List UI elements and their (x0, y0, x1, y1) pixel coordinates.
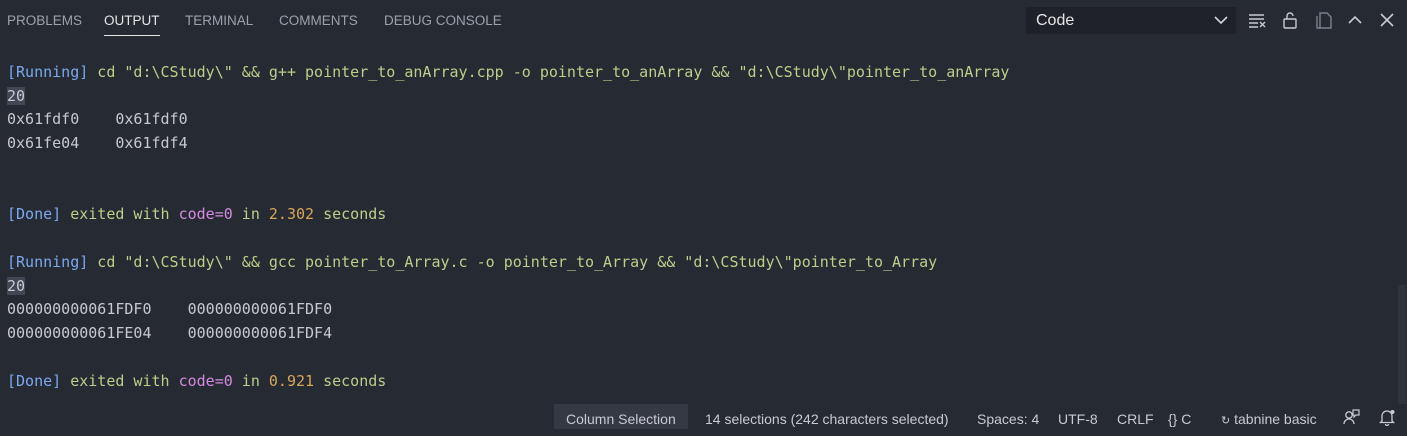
run1-done-line: [Done] exited with code=0 in 2.302 secon… (7, 203, 386, 225)
run1-row-2-a: 0x61fe04 (7, 134, 80, 152)
run1-row-2-b: 0x61fdf4 (115, 134, 188, 152)
run2-done-line: [Done] exited with code=0 in 0.921 secon… (7, 370, 386, 392)
notifications-bell-icon[interactable] (1378, 408, 1396, 426)
run2-time: 0.921 (268, 372, 315, 390)
running-tag: [Running] (7, 63, 89, 81)
run1-row-1-b: 0x61fdf0 (115, 110, 188, 128)
run2-exited-with: exited with (61, 372, 179, 390)
chevron-down-icon (1214, 16, 1228, 25)
run1-row-1-a: 0x61fdf0 (7, 110, 80, 128)
done-tag: [Done] (7, 372, 62, 390)
run2-size: 20 (7, 277, 26, 295)
run1-exited-with: exited with (61, 205, 179, 223)
column-selection-status[interactable]: Column Selection (554, 404, 688, 429)
scrollbar-thumb[interactable] (1398, 285, 1406, 405)
tab-terminal[interactable]: TERMINAL (185, 0, 253, 41)
status-bar: Column Selection 14 selections (242 char… (0, 404, 1407, 429)
done-tag: [Done] (7, 205, 62, 223)
tabnine-icon: ↻ (1221, 415, 1231, 427)
run2-row-1-a: 000000000061FDF0 (7, 300, 152, 318)
tab-problems[interactable]: PROBLEMS (7, 0, 82, 41)
run2-row-1: 000000000061FDF0 000000000061FDF0 (7, 298, 332, 320)
run1-exit-code: code=0 (178, 205, 233, 223)
chevron-up-icon[interactable] (1345, 10, 1365, 30)
run1-row-1: 0x61fdf0 0x61fdf0 (7, 108, 188, 130)
running-tag: [Running] (7, 253, 89, 271)
language-mode-status[interactable]: {} C (1168, 404, 1191, 429)
open-in-editor-icon[interactable] (1314, 10, 1334, 30)
tab-output[interactable]: OUTPUT (104, 0, 160, 41)
run2-row-1-b: 000000000061FDF0 (187, 300, 333, 318)
output-content[interactable]: [Running] cd "d:\CStudy\" && g++ pointer… (0, 58, 1397, 404)
tab-debug-console[interactable]: DEBUG CONSOLE (384, 0, 502, 41)
tab-comments[interactable]: COMMENTS (279, 0, 358, 41)
output-channel-value: Code (1036, 12, 1075, 29)
tabnine-label: tabnine basic (1234, 411, 1317, 427)
run1-command-line: [Running] cd "d:\CStudy\" && g++ pointer… (7, 61, 1009, 83)
run2-exit-code: code=0 (178, 372, 233, 390)
run2-command-line: [Running] cd "d:\CStudy\" && gcc pointer… (7, 251, 937, 273)
run1-size-line: 20 (7, 85, 26, 107)
run2-row-2-b: 000000000061FDF4 (187, 324, 333, 342)
run2-size-line: 20 (7, 275, 26, 297)
run2-seconds: seconds (314, 372, 387, 390)
language-label: C (1181, 411, 1192, 427)
indentation-status[interactable]: Spaces: 4 (977, 404, 1039, 429)
output-channel-select[interactable]: Code (1026, 7, 1236, 34)
run2-row-2-a: 000000000061FE04 (7, 324, 152, 342)
unlock-icon[interactable] (1280, 10, 1300, 30)
braces-icon: {} (1168, 411, 1178, 427)
run1-time: 2.302 (268, 205, 315, 223)
feedback-icon[interactable] (1342, 408, 1360, 426)
run1-row-2: 0x61fe04 0x61fdf4 (7, 132, 188, 154)
run1-seconds: seconds (314, 205, 387, 223)
run1-size: 20 (7, 87, 26, 105)
panel-tab-bar: PROBLEMS OUTPUT TERMINAL COMMENTS DEBUG … (0, 0, 1407, 41)
run1-command: cd "d:\CStudy\" && g++ pointer_to_anArra… (88, 63, 1010, 81)
run1-in: in (232, 205, 269, 223)
tabnine-status[interactable]: ↻ tabnine basic (1221, 404, 1317, 429)
selection-count-status[interactable]: 14 selections (242 characters selected) (705, 404, 949, 429)
eol-status[interactable]: CRLF (1117, 404, 1154, 429)
close-icon[interactable] (1377, 10, 1397, 30)
run2-row-2: 000000000061FE04 000000000061FDF4 (7, 322, 332, 344)
encoding-status[interactable]: UTF-8 (1058, 404, 1098, 429)
clear-output-icon[interactable] (1247, 10, 1267, 30)
run2-command: cd "d:\CStudy\" && gcc pointer_to_Array.… (88, 253, 938, 271)
run2-in: in (232, 372, 269, 390)
vertical-scrollbar[interactable] (1397, 41, 1407, 405)
